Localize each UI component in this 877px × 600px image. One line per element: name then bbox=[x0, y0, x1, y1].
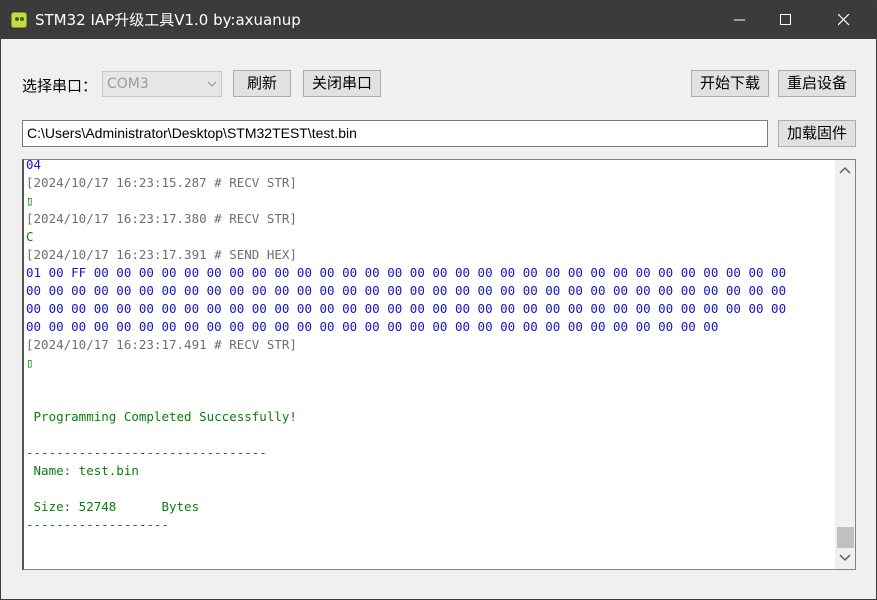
close-port-button[interactable]: 关闭串口 bbox=[303, 70, 381, 97]
title-bar[interactable]: STM32 IAP升级工具V1.0 by:axuanup bbox=[1, 1, 876, 39]
log-line: ▯ bbox=[26, 355, 34, 370]
log-content: 04 [2024/10/17 16:23:15.287 # RECV STR] ▯ [… bbox=[26, 159, 834, 534]
log-textbox[interactable]: 04 [2024/10/17 16:23:15.287 # RECV STR] ▯ [… bbox=[22, 159, 856, 570]
scrollbar-thumb[interactable] bbox=[837, 527, 854, 548]
close-icon bbox=[838, 14, 850, 26]
start-download-button[interactable]: 开始下载 bbox=[691, 70, 769, 97]
log-line: [2024/10/17 16:23:17.391 # SEND HEX] bbox=[26, 247, 297, 262]
port-select-value: COM3 bbox=[107, 76, 149, 92]
log-line: Programming Completed Successfully! bbox=[26, 409, 297, 424]
load-firmware-button[interactable]: 加载固件 bbox=[778, 120, 856, 147]
port-select[interactable]: COM3 bbox=[102, 71, 222, 97]
log-line: 04 bbox=[26, 159, 42, 172]
log-line: 01 00 FF 00 00 00 00 00 00 00 00 00 00 0… bbox=[26, 265, 787, 280]
minimize-icon bbox=[734, 19, 745, 21]
refresh-button[interactable]: 刷新 bbox=[233, 70, 291, 97]
scroll-up-icon[interactable] bbox=[839, 166, 851, 176]
chevron-down-icon bbox=[207, 81, 217, 87]
log-line: ▯ bbox=[26, 193, 34, 208]
app-window: STM32 IAP升级工具V1.0 by:axuanup 选择串口： COM3 … bbox=[0, 0, 877, 600]
maximize-icon bbox=[780, 14, 791, 25]
log-line: 00 00 00 00 00 00 00 00 00 00 00 00 00 0… bbox=[26, 319, 719, 334]
log-line: -------------------------------- bbox=[26, 445, 267, 460]
vertical-scrollbar[interactable] bbox=[835, 160, 855, 569]
log-line: C bbox=[26, 229, 34, 244]
firmware-path-input[interactable]: C:\Users\Administrator\Desktop\STM32TEST… bbox=[22, 120, 768, 147]
log-line: Name: test.bin bbox=[26, 463, 139, 478]
log-line: [2024/10/17 16:23:15.287 # RECV STR] bbox=[26, 175, 297, 190]
log-line: 00 00 00 00 00 00 00 00 00 00 00 00 00 0… bbox=[26, 301, 787, 316]
restart-device-button[interactable]: 重启设备 bbox=[778, 70, 856, 97]
log-line: [2024/10/17 16:23:17.491 # RECV STR] bbox=[26, 337, 297, 352]
log-line: [2024/10/17 16:23:17.380 # RECV STR] bbox=[26, 211, 297, 226]
scroll-down-icon[interactable] bbox=[839, 552, 851, 562]
window-title: STM32 IAP升级工具V1.0 by:axuanup bbox=[35, 11, 301, 29]
port-label: 选择串口： bbox=[22, 77, 98, 95]
maximize-button[interactable] bbox=[763, 1, 809, 39]
log-line: Size: 52748 Bytes bbox=[26, 499, 200, 514]
app-icon bbox=[11, 12, 27, 28]
close-button[interactable] bbox=[821, 1, 867, 39]
log-line: 00 00 00 00 00 00 00 00 00 00 00 00 00 0… bbox=[26, 283, 787, 298]
log-line: ------------------- bbox=[26, 517, 169, 532]
minimize-button[interactable] bbox=[717, 1, 763, 39]
